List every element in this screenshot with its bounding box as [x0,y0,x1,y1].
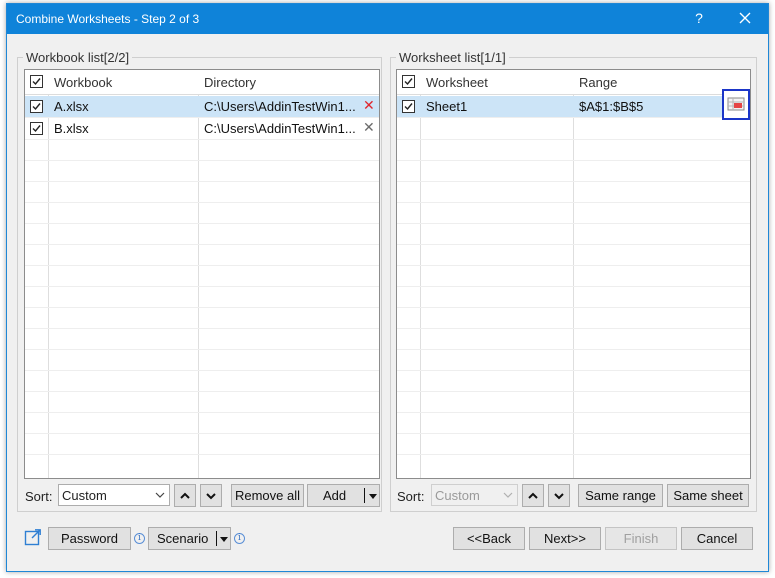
workbook-name: B.xlsx [54,121,89,136]
same-range-button[interactable]: Same range [578,484,663,507]
worksheet-sort-select[interactable]: Custom [431,484,518,506]
remove-workbook-icon[interactable]: ✕ [363,119,375,136]
scenario-button-label: Scenario [157,531,209,546]
arrow-up-icon [528,492,538,499]
workbook-directory: C:\Users\AddinTestWin1... [204,99,356,114]
share-icon[interactable] [24,528,42,546]
worksheet-list-label: Worksheet list[1/1] [396,50,509,65]
workbook-move-up-button[interactable] [174,484,196,507]
arrow-up-icon [180,492,190,499]
checkmark-icon [32,125,41,133]
row-checkbox[interactable] [402,100,415,113]
range-select-button[interactable] [722,89,750,120]
checkmark-icon [404,103,413,111]
finish-button[interactable]: Finish [605,527,677,550]
worksheet-grid: Worksheet Range Sheet1 $A$1:$B$5 [396,69,751,479]
worksheet-name: Sheet1 [426,99,468,114]
dropdown-arrow-icon[interactable] [219,534,229,544]
workbook-directory: C:\Users\AddinTestWin1... [204,121,356,136]
workbook-sort-label: Sort: [25,489,53,504]
worksheet-sort-label: Sort: [397,489,425,504]
chevron-down-icon [503,492,513,498]
select-all-workbooks-checkbox[interactable] [30,75,43,88]
dialog-window: Combine Worksheets - Step 2 of 3 ? Workb… [6,3,769,572]
same-sheet-button[interactable]: Same sheet [667,484,749,507]
arrow-down-icon [206,493,216,500]
table-row[interactable]: Sheet1 $A$1:$B$5 [397,96,750,117]
chevron-down-icon [155,492,165,498]
external-link-icon [24,529,41,546]
window-title: Combine Worksheets - Step 2 of 3 [16,12,200,26]
worksheet-grid-header: Worksheet Range [397,70,750,95]
back-button[interactable]: <<Back [453,527,525,550]
workbook-move-down-button[interactable] [200,484,222,507]
checkmark-icon [32,103,41,111]
scenario-info-icon[interactable]: i [234,533,245,544]
dropdown-arrow-icon[interactable] [368,491,378,501]
workbook-list-label: Workbook list[2/2] [23,50,133,65]
next-button[interactable]: Next>> [529,527,601,550]
password-button[interactable]: Password [48,527,131,550]
checkmark-icon [32,78,41,86]
help-button[interactable]: ? [691,10,707,28]
workbook-sort-value: Custom [62,488,107,503]
workbook-name: A.xlsx [54,99,89,114]
workbook-column-header[interactable]: Workbook [54,75,112,90]
worksheet-column-header[interactable]: Worksheet [426,75,488,90]
close-button[interactable] [735,8,755,28]
worksheet-move-down-button[interactable] [548,484,570,507]
workbook-grid-header: Workbook Directory [25,70,379,95]
cancel-button[interactable]: Cancel [681,527,753,550]
checkmark-icon [404,78,413,86]
row-checkbox[interactable] [30,122,43,135]
select-all-worksheets-checkbox[interactable] [402,75,415,88]
worksheet-range[interactable]: $A$1:$B$5 [579,99,643,114]
add-button-label: Add [323,488,347,503]
workbook-grid: Workbook Directory A.xlsx C:\Users\Addin… [24,69,380,479]
worksheet-move-up-button[interactable] [522,484,544,507]
table-row[interactable]: A.xlsx C:\Users\AddinTestWin1... ✕ [25,96,379,117]
add-button[interactable]: Add [307,484,380,507]
table-row[interactable]: B.xlsx C:\Users\AddinTestWin1... ✕ [25,118,379,139]
password-info-icon[interactable]: i [134,533,145,544]
directory-column-header[interactable]: Directory [204,75,256,90]
worksheet-sort-value: Custom [435,488,480,503]
close-icon [739,12,751,24]
arrow-down-icon [554,493,564,500]
range-select-icon [727,97,745,111]
range-column-header[interactable]: Range [579,75,617,90]
row-checkbox[interactable] [30,100,43,113]
title-bar: Combine Worksheets - Step 2 of 3 ? [7,4,768,34]
remove-workbook-icon[interactable]: ✕ [363,97,375,114]
scenario-button[interactable]: Scenario [148,527,231,550]
remove-all-button[interactable]: Remove all [231,484,304,507]
workbook-sort-select[interactable]: Custom [58,484,170,506]
